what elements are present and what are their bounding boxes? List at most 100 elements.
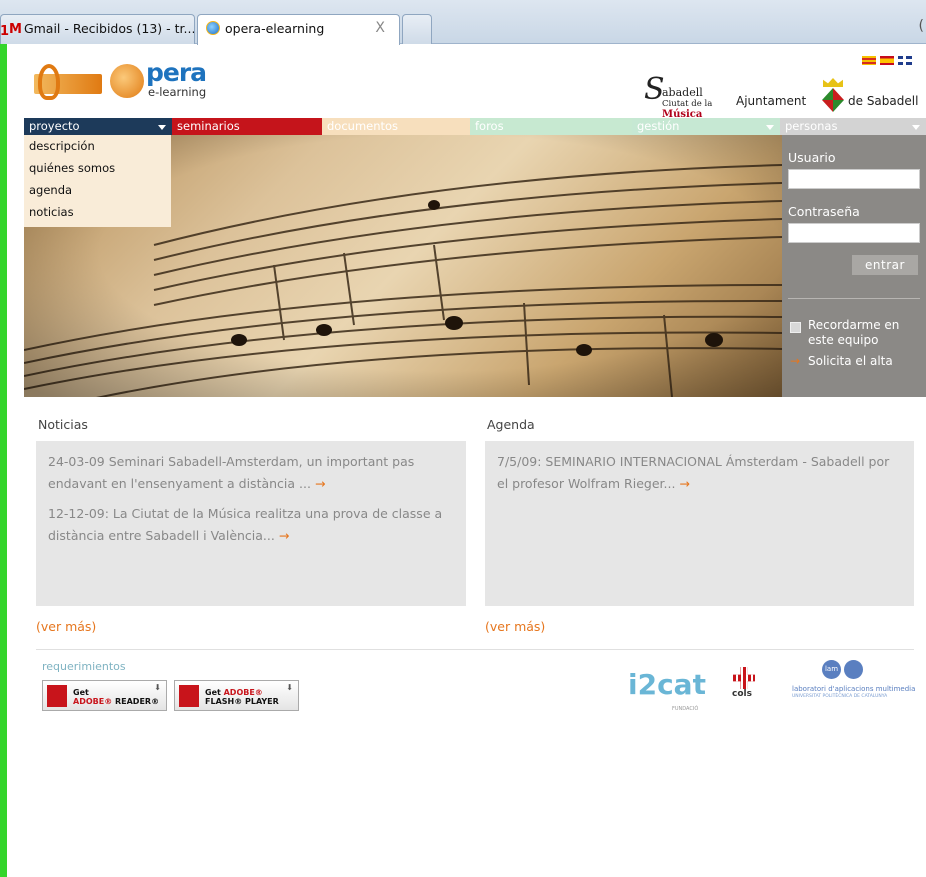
lam-line1: laboratori d'aplicacions multimedia (792, 685, 916, 693)
arrow-right-icon[interactable]: → (315, 476, 325, 491)
nav-gestion-label: gestión (637, 119, 680, 133)
catalan-flag-icon[interactable] (862, 56, 876, 65)
remember-checkbox[interactable] (790, 322, 801, 333)
agenda-item-text[interactable]: 7/5/09: SEMINARIO INTERNACIONAL Ámsterda… (497, 454, 889, 491)
adobe-reader-text: Get ADOBE® READER® (73, 688, 159, 706)
signup-arrow-icon: → (790, 354, 801, 368)
browser-tab-strip: M Gmail - Recibidos (13) - tr... opera-el… (0, 0, 926, 45)
uk-flag-icon[interactable] (898, 56, 912, 65)
news-item[interactable]: 12-12-09: La Ciutat de la Música realitz… (48, 503, 454, 547)
cols-icon (733, 667, 755, 689)
close-tab-icon[interactable]: X (375, 20, 385, 36)
nav-personas[interactable]: personas (780, 118, 926, 135)
badge2-adobe: ADOBE® (223, 688, 263, 697)
language-selector (862, 56, 912, 65)
menu-item-agenda[interactable]: agenda (24, 179, 171, 201)
username-input[interactable] (788, 169, 920, 189)
badge1-product: READER® (112, 697, 160, 706)
download-icon: ⬇ (154, 683, 161, 692)
arrow-right-icon[interactable]: → (679, 476, 689, 491)
nav-proyecto[interactable]: proyecto (24, 118, 172, 135)
nav-proyecto-label: proyecto (29, 119, 80, 133)
logo-text: pera (146, 58, 207, 87)
requirements-label: requerimientos (42, 660, 126, 673)
login-button[interactable]: entrar (852, 255, 918, 275)
arrow-right-icon[interactable]: → (279, 528, 289, 543)
main-nav: proyecto seminarios documentos foros ges… (24, 118, 926, 135)
gmail-edge-glyph: 1 (0, 24, 10, 39)
adobe-reader-icon (47, 685, 67, 707)
news-item[interactable]: 24-03-09 Seminari Sabadell-Amsterdam, un… (48, 451, 454, 495)
tab-gmail[interactable]: M Gmail - Recibidos (13) - tr... (0, 14, 195, 44)
nav-personas-label: personas (785, 119, 838, 133)
menu-item-descripcion[interactable]: descripción (24, 135, 171, 157)
get-adobe-reader-badge[interactable]: Get ADOBE® READER® ⬇ (42, 680, 167, 711)
login-panel: Usuario Contraseña entrar Recordarme en … (782, 135, 926, 397)
chevron-down-icon (158, 125, 166, 130)
get-flash-player-badge[interactable]: Get ADOBE® FLASH® PLAYER ⬇ (174, 680, 299, 711)
ajuntament-left-text: Ajuntament (736, 94, 807, 108)
agenda-list: 7/5/09: SEMINARIO INTERNACIONAL Ámsterda… (485, 441, 914, 495)
site-header: pera e-learning S abadell Ciutat de la M… (24, 44, 926, 120)
nav-seminarios[interactable]: seminarios (172, 118, 322, 135)
signup-link[interactable]: Solicita el alta (808, 354, 893, 368)
remember-label[interactable]: Recordarme en este equipo (808, 318, 926, 348)
nav-documentos-label: documentos (327, 119, 399, 133)
download-icon: ⬇ (286, 683, 293, 692)
lam-line2: UNIVERSITAT POLITÈCNICA DE CATALUNYA (792, 694, 888, 699)
login-divider (788, 298, 920, 299)
nav-foros-label: foros (475, 119, 504, 133)
logo-o-circle (110, 64, 144, 98)
password-input[interactable] (788, 223, 920, 243)
agenda-title: Agenda (487, 417, 535, 432)
ie-icon (206, 21, 220, 35)
sabadell-line2-pre: Ciutat de la (662, 99, 713, 109)
logo-subtitle: e-learning (148, 85, 207, 99)
sabadell-logo-line1: abadell (662, 86, 703, 99)
flash-player-icon (179, 685, 199, 707)
agenda-ver-mas-link[interactable]: (ver más) (485, 619, 545, 634)
gmail-icon: M (9, 22, 22, 37)
agenda-box: 7/5/09: SEMINARIO INTERNACIONAL Ámsterda… (485, 441, 914, 606)
nav-seminarios-label: seminarios (177, 119, 240, 133)
ajuntament-logo: Ajuntament de Sabadell (736, 78, 926, 118)
badge1-line1: Get (73, 688, 89, 697)
nav-gestion[interactable]: gestión (632, 118, 780, 135)
ajuntament-right-text: de Sabadell (848, 94, 919, 108)
password-label: Contraseña (788, 204, 860, 219)
cols-logo[interactable]: cols (730, 667, 758, 705)
menu-item-noticias[interactable]: noticias (24, 201, 171, 223)
agenda-item[interactable]: 7/5/09: SEMINARIO INTERNACIONAL Ámsterda… (497, 451, 902, 495)
cols-text: cols (732, 689, 752, 699)
sabadell-ciutat-musica-logo: S abadell Ciutat de la Música (644, 72, 736, 120)
tab-opera-label: opera-elearning (225, 21, 325, 36)
lam-logo[interactable]: lam laboratori d'aplicacions multimedia … (784, 660, 926, 710)
nav-documentos[interactable]: documentos (322, 118, 470, 135)
news-item-text[interactable]: 12-12-09: La Ciutat de la Música realitz… (48, 506, 442, 543)
noticias-title: Noticias (38, 417, 88, 432)
menu-item-quienes-somos[interactable]: quiénes somos (24, 157, 171, 179)
lam-badge-icon: lam (822, 660, 841, 679)
treble-clef-icon (38, 64, 60, 100)
sabadell-logo-line2: Ciutat de la Música (662, 99, 736, 120)
tab-opera-elearning[interactable]: opera-elearning X (197, 14, 400, 45)
chevron-down-icon (912, 125, 920, 130)
new-tab-button[interactable] (402, 14, 432, 44)
news-item-text[interactable]: 24-03-09 Seminari Sabadell-Amsterdam, un… (48, 454, 414, 491)
i2cat-subtext: FUNDACIÓ (672, 706, 699, 712)
i2cat-logo[interactable]: i2cat FUNDACIÓ (628, 668, 706, 712)
i2cat-text: i2cat (628, 668, 706, 701)
proyecto-dropdown-menu: descripción quiénes somos agenda noticia… (24, 135, 171, 227)
tab-gmail-label: Gmail - Recibidos (13) - tr... (23, 21, 195, 36)
opera-logo[interactable]: pera e-learning (32, 58, 232, 102)
noticias-ver-mas-link[interactable]: (ver más) (36, 619, 96, 634)
crown-icon (823, 78, 843, 87)
username-label: Usuario (788, 150, 836, 165)
noticias-box: 24-03-09 Seminari Sabadell-Amsterdam, un… (36, 441, 466, 606)
flash-player-text: Get ADOBE® FLASH® PLAYER (205, 688, 279, 706)
site: pera e-learning S abadell Ciutat de la M… (24, 44, 926, 877)
nav-foros[interactable]: foros (470, 118, 632, 135)
spanish-flag-icon[interactable] (880, 56, 894, 65)
chevron-down-icon (766, 125, 774, 130)
noticias-list: 24-03-09 Seminari Sabadell-Amsterdam, un… (36, 441, 466, 547)
